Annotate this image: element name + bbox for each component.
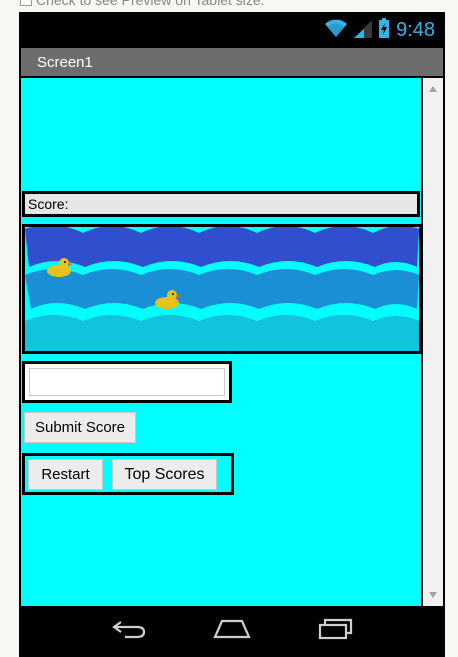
score-label: Score: xyxy=(22,191,420,217)
recent-apps-icon[interactable] xyxy=(317,618,353,645)
status-clock: 9:48 xyxy=(396,18,435,41)
status-bar: 9:48 xyxy=(19,12,445,48)
score-label-text: Score: xyxy=(28,196,69,212)
screen-scrollbar[interactable] xyxy=(423,78,443,606)
tablet-preview-checkbox[interactable] xyxy=(20,0,32,6)
submit-score-button[interactable]: Submit Score xyxy=(24,412,136,443)
restart-button[interactable]: Restart xyxy=(28,459,103,490)
scroll-down-icon[interactable] xyxy=(429,592,437,598)
wifi-icon xyxy=(324,18,348,43)
name-input-frame xyxy=(22,361,232,403)
top-scores-button[interactable]: Top Scores xyxy=(112,459,217,490)
navigation-bar xyxy=(19,606,445,657)
tablet-preview-option[interactable]: Check to see Preview on Tablet size. xyxy=(20,0,265,8)
tablet-preview-label: Check to see Preview on Tablet size. xyxy=(36,0,265,8)
app-screen: Score: Submit Score Restart Top Scores xyxy=(21,78,422,606)
wave-band-middle xyxy=(25,269,419,309)
wave-band-top xyxy=(25,227,419,267)
scroll-up-icon[interactable] xyxy=(429,86,437,92)
screen-title: Screen1 xyxy=(37,53,93,71)
game-canvas[interactable] xyxy=(22,224,422,354)
signal-icon xyxy=(354,18,373,43)
home-icon[interactable] xyxy=(212,618,252,645)
button-row: Restart Top Scores xyxy=(22,453,234,495)
back-icon[interactable] xyxy=(111,618,147,645)
screen-title-bar: Screen1 xyxy=(21,48,443,76)
battery-icon xyxy=(378,17,390,43)
name-input[interactable] xyxy=(29,368,225,396)
phone-frame: 9:48 Screen1 Score: Submit Score Restart… xyxy=(19,12,445,657)
